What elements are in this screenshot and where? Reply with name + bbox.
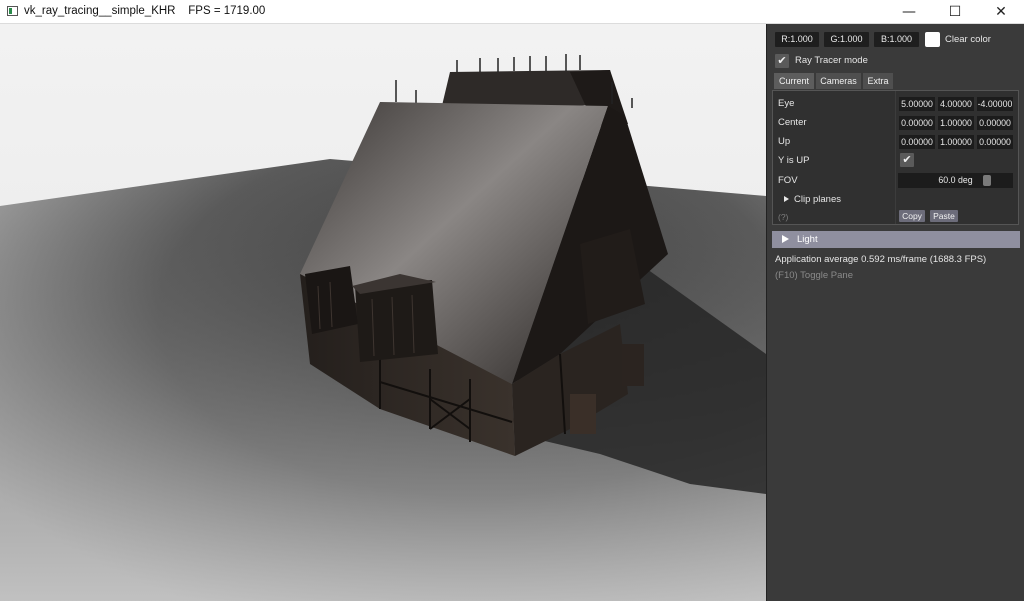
- center-y-field[interactable]: 1.00000: [938, 116, 974, 130]
- up-label: Up: [778, 136, 791, 147]
- ray-tracer-label: Ray Tracer mode: [795, 55, 868, 66]
- fov-slider[interactable]: 60.0 deg: [898, 173, 1013, 188]
- clip-planes-label[interactable]: Clip planes: [794, 194, 841, 205]
- fov-value: 60.0 deg: [938, 175, 973, 185]
- tab-current[interactable]: Current: [774, 73, 814, 89]
- clear-color-r-field[interactable]: R:1.000: [775, 32, 819, 47]
- light-label: Light: [797, 234, 818, 245]
- center-z-field[interactable]: 0.00000: [977, 116, 1013, 130]
- close-button[interactable]: ✕: [978, 0, 1024, 24]
- center-label: Center: [778, 117, 807, 128]
- y-is-up-label: Y is UP: [778, 155, 810, 166]
- fov-label: FOV: [778, 175, 798, 186]
- minimize-button[interactable]: —: [886, 0, 932, 24]
- clear-color-b-field[interactable]: B:1.000: [874, 32, 919, 47]
- light-expand-icon: [782, 235, 789, 243]
- toggle-pane-hint: (F10) Toggle Pane: [775, 270, 853, 281]
- app-icon: [7, 6, 18, 16]
- clear-color-g-field[interactable]: G:1.000: [824, 32, 869, 47]
- title-bar: vk_ray_tracing__simple_KHR FPS = 1719.00…: [0, 0, 1024, 24]
- up-z-field[interactable]: 0.00000: [977, 135, 1013, 149]
- clear-color-label: Clear color: [945, 34, 991, 45]
- tab-cameras[interactable]: Cameras: [816, 73, 861, 89]
- paste-button[interactable]: Paste: [930, 210, 958, 222]
- copy-button[interactable]: Copy: [899, 210, 925, 222]
- clip-planes-expand-icon[interactable]: [784, 196, 789, 202]
- window-title: vk_ray_tracing__simple_KHR FPS = 1719.00: [24, 5, 266, 17]
- column-divider: [895, 91, 896, 224]
- eye-x-field[interactable]: 5.00000: [899, 97, 935, 111]
- y-is-up-checkbox[interactable]: ✔: [900, 153, 914, 167]
- render-viewport[interactable]: [0, 24, 766, 601]
- help-marker[interactable]: (?): [778, 212, 788, 222]
- frame-stats: Application average 0.592 ms/frame (1688…: [775, 254, 987, 265]
- center-x-field[interactable]: 0.00000: [899, 116, 935, 130]
- up-x-field[interactable]: 0.00000: [899, 135, 935, 149]
- maximize-button[interactable]: ☐: [932, 0, 978, 24]
- up-y-field[interactable]: 1.00000: [938, 135, 974, 149]
- eye-y-field[interactable]: 4.00000: [938, 97, 974, 111]
- eye-z-field[interactable]: -4.00000: [977, 97, 1013, 111]
- light-section-header[interactable]: Light: [772, 231, 1020, 248]
- rendered-scene: [0, 24, 766, 601]
- clear-color-swatch[interactable]: [925, 32, 940, 47]
- fov-slider-handle[interactable]: [983, 175, 991, 186]
- tab-extra[interactable]: Extra: [863, 73, 893, 89]
- ray-tracer-checkbox[interactable]: ✔: [775, 54, 789, 68]
- settings-panel: R:1.000 G:1.000 B:1.000 Clear color ✔ Ra…: [766, 24, 1024, 601]
- eye-label: Eye: [778, 98, 795, 109]
